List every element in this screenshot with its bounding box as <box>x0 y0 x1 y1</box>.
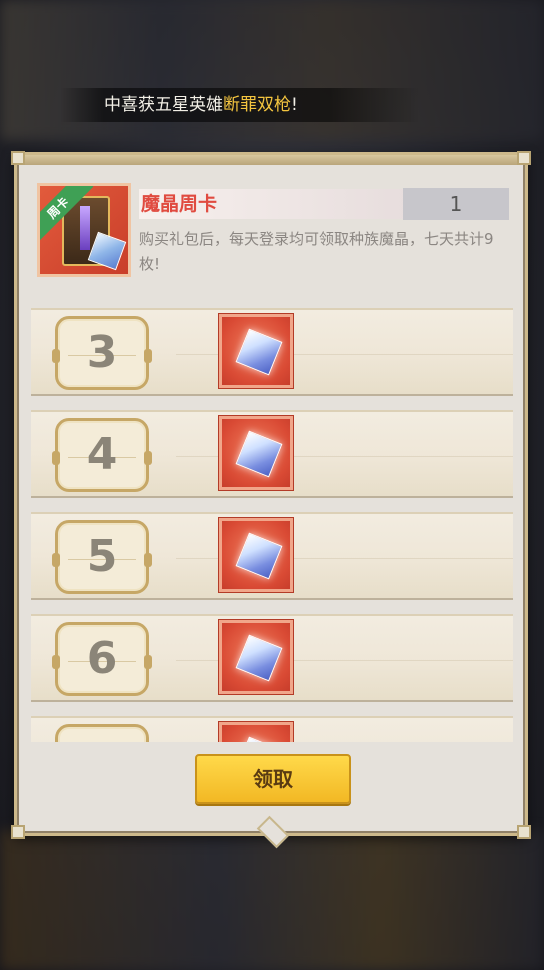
corner-ornament <box>11 825 25 839</box>
day-reward-row: 5 <box>31 512 513 600</box>
day-number: 4 <box>86 429 118 480</box>
day-reward-row: 6 <box>31 614 513 702</box>
crystal-icon <box>235 634 283 682</box>
crystal-icon <box>235 736 283 742</box>
reward-slot[interactable] <box>218 619 294 695</box>
claim-button[interactable]: 领取 <box>195 754 351 804</box>
day-number-card: 3 <box>52 316 152 390</box>
background-bottom <box>0 830 544 970</box>
reward-slot[interactable] <box>218 313 294 389</box>
panel-top-border <box>17 155 525 165</box>
reward-slot[interactable] <box>218 517 294 593</box>
pack-description: 购买礼包后，每天登录均可领取种族魔晶，七天共计9枚! <box>139 230 494 273</box>
crystal-icon <box>235 532 283 580</box>
purchase-count: 1 <box>403 188 509 220</box>
day-number: 6 <box>86 633 118 684</box>
weekly-card-icon: 周卡 <box>37 183 131 277</box>
crystal-icon <box>235 430 283 478</box>
announcement-banner: 中喜获五星英雄断罪双枪! <box>60 88 420 122</box>
reward-slot[interactable] <box>218 721 294 742</box>
corner-ornament <box>11 151 25 165</box>
crystal-icon <box>235 328 283 376</box>
announcement-suffix: ! <box>291 95 298 115</box>
day-number: 7 <box>58 735 146 742</box>
day-number-card: 5 <box>52 520 152 594</box>
pack-title: 魔晶周卡 <box>139 189 407 219</box>
day-reward-row: 7 <box>31 716 513 742</box>
day-reward-row: 4 <box>31 410 513 498</box>
reward-slot[interactable] <box>218 415 294 491</box>
day-reward-row: 3 <box>31 308 513 396</box>
day-number-card: 7 <box>55 724 149 742</box>
day-number-card: 4 <box>52 418 152 492</box>
corner-ornament <box>517 151 531 165</box>
day-number: 5 <box>86 531 118 582</box>
announcement-text: 中喜获五星英雄 <box>104 95 223 115</box>
daily-reward-list[interactable]: 3 4 5 6 7 <box>31 308 513 742</box>
day-number: 3 <box>86 327 118 378</box>
day-number-card: 6 <box>52 622 152 696</box>
corner-ornament <box>517 825 531 839</box>
weekly-card-panel: 周卡 魔晶周卡 1 购买礼包后，每天登录均可领取种族魔晶，七天共计9枚! 3 4 5… <box>11 151 531 849</box>
announcement-hero-name: 断罪双枪 <box>223 95 291 115</box>
